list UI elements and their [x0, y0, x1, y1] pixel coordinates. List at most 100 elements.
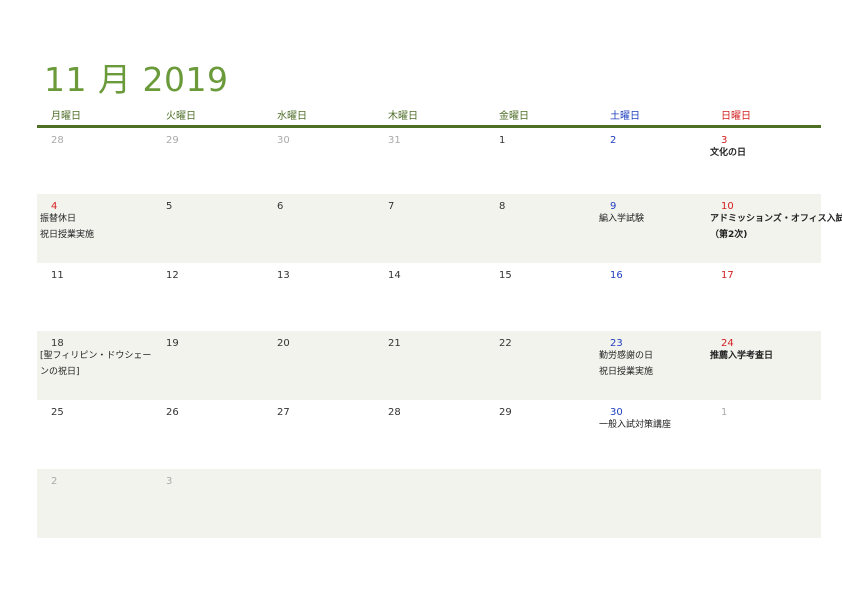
day-number: 1: [499, 135, 506, 146]
day-number: 17: [721, 270, 734, 281]
day-cell[interactable]: 5: [152, 194, 263, 263]
day-events: 一般入試対策講座: [599, 418, 671, 434]
day-events: 推薦入学考査日: [710, 349, 773, 365]
day-cell[interactable]: 12: [152, 263, 263, 331]
day-number: 14: [388, 270, 401, 281]
day-number: 2: [51, 476, 58, 487]
day-number: 8: [499, 201, 506, 212]
day-cell[interactable]: 1: [485, 128, 596, 194]
day-number: 12: [166, 270, 179, 281]
day-cell[interactable]: 30 一般入試対策講座: [596, 400, 707, 469]
day-number: 29: [166, 135, 179, 146]
day-number: 20: [277, 338, 290, 349]
day-number: 5: [166, 201, 173, 212]
day-number: 3: [166, 476, 173, 487]
day-number: 16: [610, 270, 623, 281]
day-number: 31: [388, 135, 401, 146]
day-cell[interactable]: 16: [596, 263, 707, 331]
weekday-label-sun: 日曜日: [721, 111, 751, 122]
day-events: 編入学試験: [599, 212, 644, 228]
day-number: 28: [388, 407, 401, 418]
day-cell[interactable]: 3: [152, 469, 263, 538]
event-label: 文化の日: [710, 148, 747, 158]
day-cell[interactable]: 10 アドミッションズ・オフィス入試 （第2次): [707, 194, 842, 263]
day-cell[interactable]: 18 [聖フィリピン・ドウシェーンの祝日]: [37, 331, 152, 400]
day-cell[interactable]: 20: [263, 331, 374, 400]
day-events: アドミッションズ・オフィス入試 （第2次): [710, 212, 842, 243]
day-number: 11: [51, 270, 64, 281]
day-events: 勤労感謝の日 祝日授業実施: [599, 349, 653, 380]
calendar-title: 11 月 2019: [44, 60, 229, 99]
day-cell[interactable]: 6: [263, 194, 374, 263]
day-cell[interactable]: 15: [485, 263, 596, 331]
day-cell[interactable]: 9 編入学試験: [596, 194, 707, 263]
weekday-label-sat: 土曜日: [610, 111, 640, 122]
day-cell[interactable]: 26: [152, 400, 263, 469]
weekday-label-tue: 火曜日: [166, 111, 196, 122]
week-row: 23: [37, 469, 821, 538]
day-cell[interactable]: 14: [374, 263, 485, 331]
day-number: 21: [388, 338, 401, 349]
day-number: 28: [51, 135, 64, 146]
day-number: 22: [499, 338, 512, 349]
weekday-label-fri: 金曜日: [499, 111, 529, 122]
week-row: 4 振替休日 祝日授業実施 5 6 7 8 9 編入学試験 10 アドミッションズ・オフィス入試 （第…: [37, 194, 842, 263]
day-cell[interactable]: 29: [152, 128, 263, 194]
event-label: 推薦入学考査日: [710, 351, 774, 361]
weekday-label-thu: 木曜日: [388, 111, 418, 122]
day-number: 6: [277, 201, 284, 212]
event-label: （第2次): [710, 229, 748, 240]
day-number: 15: [499, 270, 512, 281]
day-events: [聖フィリピン・ドウシェーンの祝日]: [40, 349, 152, 380]
day-events: 振替休日祝日授業実施: [40, 212, 94, 243]
event-label: 祝日授業実施: [40, 229, 95, 240]
event-label: 勤労感謝の日: [599, 351, 654, 361]
day-number: 30: [277, 135, 290, 146]
event-label: 祝日授業実施: [599, 366, 654, 377]
day-number: 29: [499, 407, 512, 418]
event-label: アドミッションズ・オフィス入試: [710, 214, 842, 224]
day-cell[interactable]: 28: [37, 128, 152, 194]
day-cell[interactable]: 11: [37, 263, 152, 331]
day-cell[interactable]: 23 勤労感謝の日 祝日授業実施: [596, 331, 707, 400]
day-number: 25: [51, 407, 64, 418]
day-cell[interactable]: 22: [485, 331, 596, 400]
event-label: [聖フィリピン・ドウシェーンの祝日]: [40, 351, 152, 377]
day-number: 13: [277, 270, 290, 281]
event-label: 一般入試対策講座: [599, 420, 672, 430]
day-cell[interactable]: 3 文化の日: [707, 128, 821, 194]
weekday-label-wed: 水曜日: [277, 111, 307, 122]
day-cell[interactable]: 25: [37, 400, 152, 469]
event-label: 振替休日: [40, 214, 77, 224]
day-cell[interactable]: 8: [485, 194, 596, 263]
event-label: 編入学試験: [599, 214, 645, 224]
day-cell[interactable]: 19: [152, 331, 263, 400]
day-cell[interactable]: 29: [485, 400, 596, 469]
week-row: 11 12 13 14 15 16 17: [37, 263, 821, 331]
day-cell[interactable]: 13: [263, 263, 374, 331]
day-cell[interactable]: 17: [707, 263, 821, 331]
day-cell[interactable]: 2: [596, 128, 707, 194]
week-row: 18 [聖フィリピン・ドウシェーンの祝日] 19 20 21 22 23 勤労感謝の日 祝日授業…: [37, 331, 821, 400]
day-cell[interactable]: 7: [374, 194, 485, 263]
day-cell[interactable]: 2: [37, 469, 152, 538]
day-cell[interactable]: 27: [263, 400, 374, 469]
day-cell[interactable]: 1: [707, 400, 821, 469]
week-row: 28 29 30 31 1 2 3 文化の日: [37, 128, 821, 194]
day-cell[interactable]: 31: [374, 128, 485, 194]
day-number: 2: [610, 135, 617, 146]
day-number: 19: [166, 338, 179, 349]
day-events: 文化の日: [710, 146, 746, 162]
weekday-label-mon: 月曜日: [51, 111, 81, 122]
day-number: 7: [388, 201, 395, 212]
day-cell[interactable]: 21: [374, 331, 485, 400]
day-cell[interactable]: 28: [374, 400, 485, 469]
day-number: 26: [166, 407, 179, 418]
week-row: 25 26 27 28 29 30 一般入試対策講座 1: [37, 400, 821, 469]
day-cell[interactable]: 24 推薦入学考査日: [707, 331, 821, 400]
day-number: 27: [277, 407, 290, 418]
weekday-header: 月曜日 火曜日 水曜日 木曜日 金曜日 土曜日 日曜日: [37, 110, 821, 124]
day-number: 1: [721, 407, 728, 418]
day-cell[interactable]: 30: [263, 128, 374, 194]
day-cell[interactable]: 4 振替休日 祝日授業実施: [37, 194, 152, 263]
